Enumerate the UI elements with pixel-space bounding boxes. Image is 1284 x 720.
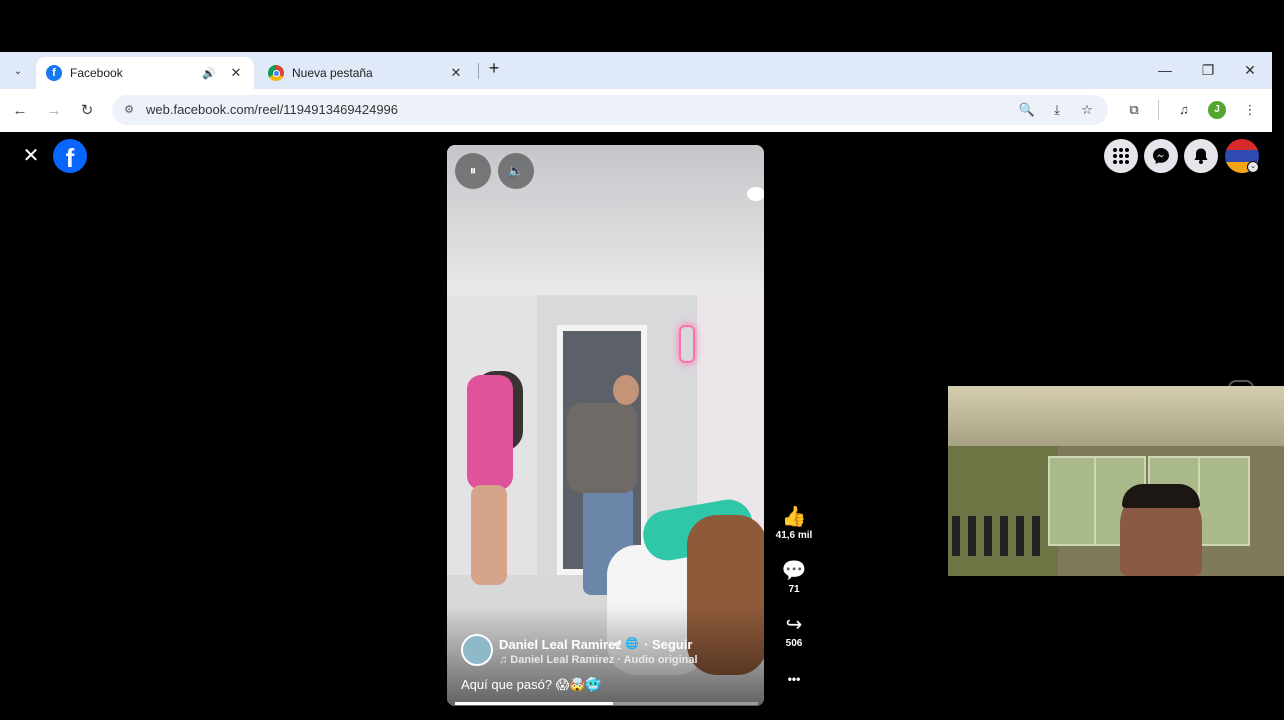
zoom-icon[interactable]: 🔍 xyxy=(1018,101,1036,119)
profile-avatar[interactable]: J xyxy=(1208,101,1226,119)
follow-button[interactable]: · Seguir xyxy=(644,637,692,652)
like-button[interactable]: 👍 41,6 mil xyxy=(774,506,814,541)
pause-button[interactable]: ⏸ xyxy=(455,153,491,189)
like-count: 41,6 mil xyxy=(775,530,813,541)
reel-video[interactable] xyxy=(447,145,764,706)
facebook-logo-icon[interactable]: f xyxy=(53,139,87,173)
url-text[interactable]: web.facebook.com/reel/1194913469424996 xyxy=(146,102,398,117)
close-viewer-button[interactable]: ✕ xyxy=(20,145,42,167)
share-count: 506 xyxy=(785,638,803,649)
thumbs-up-icon: 👍 xyxy=(781,506,807,528)
reel-caption: Aquí que pasó? 😱🤯🥶 xyxy=(461,677,602,692)
comment-icon: 💬 xyxy=(781,560,807,582)
chevron-down-icon: ⌄ xyxy=(13,65,23,77)
author-avatar[interactable] xyxy=(461,634,493,666)
webcam-overlay xyxy=(948,386,1284,576)
more-options-button[interactable]: ••• xyxy=(774,668,814,690)
minimize-button[interactable]: — xyxy=(1150,58,1180,82)
account-chevron-icon[interactable]: ⌄ xyxy=(1247,161,1259,173)
tab-new-tab[interactable]: Nueva pestaña ✕ xyxy=(258,57,474,89)
tab-title: Facebook xyxy=(70,66,123,80)
tab-close-icon[interactable]: ✕ xyxy=(448,65,464,81)
video-progress-fill xyxy=(455,702,613,705)
forward-button[interactable]: → xyxy=(43,100,65,122)
browser-menu-icon[interactable]: ⋮ xyxy=(1240,100,1260,120)
menu-grid-button[interactable] xyxy=(1104,139,1138,173)
tab-search-button[interactable]: ⌄ xyxy=(6,60,30,82)
extensions-icon[interactable]: ⧉ xyxy=(1124,100,1144,120)
pause-icon: ⏸ xyxy=(469,163,477,178)
more-dots-icon: ••• xyxy=(787,672,801,686)
messenger-icon xyxy=(1153,148,1169,164)
menu-grid-icon xyxy=(1113,148,1129,164)
comment-button[interactable]: 💬 71 xyxy=(774,560,814,595)
site-info-icon[interactable]: ⚙ xyxy=(120,101,138,119)
comment-count: 71 xyxy=(788,584,800,595)
notifications-button[interactable] xyxy=(1184,139,1218,173)
media-controls-icon[interactable]: ♫ xyxy=(1174,100,1194,120)
close-window-button[interactable]: ✕ xyxy=(1235,58,1265,82)
restore-button[interactable]: ❐ xyxy=(1193,58,1223,82)
tab-facebook[interactable]: f Facebook 🔊 ✕ xyxy=(36,57,254,89)
author-name[interactable]: Daniel Leal Ramirez xyxy=(499,637,622,652)
install-app-icon[interactable]: ⤓ xyxy=(1048,101,1066,119)
video-progress-bar[interactable] xyxy=(455,702,758,705)
chrome-favicon-icon xyxy=(268,65,284,81)
volume-icon: 🔈 xyxy=(507,163,525,178)
tab-close-icon[interactable]: ✕ xyxy=(228,65,244,81)
audio-playing-icon[interactable]: 🔊 xyxy=(202,67,216,80)
tab-title: Nueva pestaña xyxy=(292,66,373,80)
bell-icon xyxy=(1194,148,1208,164)
share-button[interactable]: ↪ 506 xyxy=(774,614,814,649)
toolbar-separator xyxy=(1158,100,1159,120)
audio-attribution[interactable]: ♫ Daniel Leal Ramirez · Audio original xyxy=(499,654,698,666)
reload-button[interactable]: ↻ xyxy=(76,100,98,122)
messenger-button[interactable] xyxy=(1144,139,1178,173)
verified-public-badges: ✔ 🌐 xyxy=(613,638,639,650)
volume-button[interactable]: 🔈 xyxy=(498,153,534,189)
bookmark-star-icon[interactable]: ☆ xyxy=(1078,101,1096,119)
facebook-favicon-icon: f xyxy=(46,65,62,81)
new-tab-button[interactable]: + xyxy=(484,58,504,82)
back-button[interactable]: ← xyxy=(9,100,31,122)
share-icon: ↪ xyxy=(785,614,803,636)
tab-separator xyxy=(478,63,479,79)
